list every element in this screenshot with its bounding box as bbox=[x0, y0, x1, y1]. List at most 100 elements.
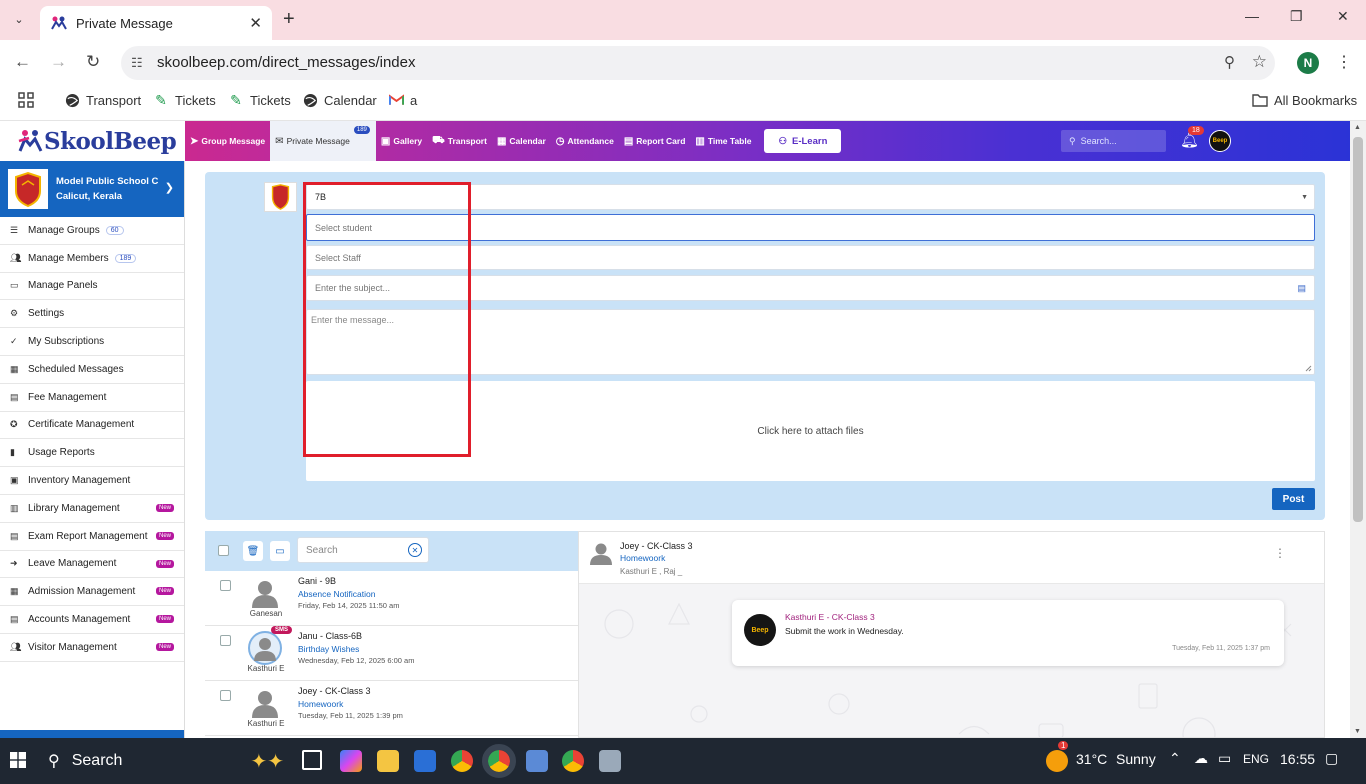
menu-transport[interactable]: ⛟ Transport bbox=[427, 121, 492, 161]
resize-handle-icon[interactable] bbox=[1305, 365, 1312, 372]
post-button[interactable]: Post bbox=[1272, 488, 1315, 510]
file-explorer-icon[interactable] bbox=[377, 750, 399, 772]
header-search-input[interactable]: ⚲ Search... bbox=[1061, 130, 1166, 152]
message-row[interactable]: Ganesan Gani - 9B Absence Notification F… bbox=[205, 571, 578, 626]
bookmark-calendar[interactable]: Calendar bbox=[302, 92, 377, 108]
search-icon: ⚲ bbox=[48, 753, 60, 770]
menu-time-table[interactable]: ▥ Time Table bbox=[690, 121, 756, 161]
menu-report-card[interactable]: ▤ Report Card bbox=[619, 121, 691, 161]
sidebar-item-inventory-management[interactable]: ▣ Inventory Management bbox=[0, 467, 184, 495]
profile-avatar[interactable]: N bbox=[1297, 52, 1319, 74]
menu-private-message[interactable]: ✉ Private Message 189 bbox=[270, 121, 376, 161]
address-bar[interactable]: ☷ skoolbeep.com/direct_messages/index ⚲ … bbox=[121, 46, 1275, 80]
user-avatar[interactable]: Beep bbox=[1209, 130, 1231, 152]
back-icon[interactable]: ← bbox=[14, 52, 31, 72]
archive-icon[interactable]: ▭ bbox=[270, 541, 290, 561]
bookmark-label: Tickets bbox=[175, 92, 216, 108]
zoom-icon[interactable]: ⚲ bbox=[1224, 53, 1235, 71]
clock-time[interactable]: 16:55 bbox=[1280, 751, 1315, 767]
menu-group-message[interactable]: ➤ Group Message bbox=[185, 121, 270, 161]
task-view-icon[interactable] bbox=[302, 750, 322, 770]
chevron-up-icon[interactable]: ⌃ bbox=[1169, 750, 1181, 767]
bookmark-gmail[interactable]: a bbox=[388, 92, 417, 108]
chrome-active-icon[interactable] bbox=[482, 744, 516, 778]
minimize-icon[interactable]: — bbox=[1245, 8, 1259, 24]
row-checkbox[interactable] bbox=[220, 580, 231, 591]
sidebar-item-exam-report-management[interactable]: ▤ Exam Report Management New bbox=[0, 523, 184, 551]
bookmark-transport[interactable]: Transport bbox=[64, 92, 141, 108]
template-doc-icon[interactable]: ▤ bbox=[1297, 283, 1306, 294]
tab-search-button[interactable]: ⌄ bbox=[8, 8, 30, 30]
bookmark-tickets-2[interactable]: ✎ Tickets bbox=[228, 92, 291, 108]
bookmark-tickets-1[interactable]: ✎ Tickets bbox=[153, 92, 216, 108]
sidebar-item-library-management[interactable]: ▥ Library Management New bbox=[0, 495, 184, 523]
browser-tab[interactable]: Private Message ✕ bbox=[40, 6, 272, 40]
sidebar-item-certificate-management[interactable]: ✪ Certificate Management bbox=[0, 412, 184, 440]
accounts-icon: ▤ bbox=[10, 614, 19, 625]
skoolbeep-logo[interactable]: SkoolBeep bbox=[0, 121, 185, 161]
weather-sun-icon[interactable] bbox=[1046, 750, 1068, 772]
clear-search-icon[interactable]: ✕ bbox=[408, 543, 422, 557]
sidebar-item-fee-management[interactable]: ▤ Fee Management bbox=[0, 384, 184, 412]
sidebar-item-usage-reports[interactable]: ▮ Usage Reports bbox=[0, 439, 184, 468]
row-checkbox[interactable] bbox=[220, 690, 231, 701]
row-checkbox[interactable] bbox=[220, 635, 231, 646]
school-switcher[interactable]: Model Public School C Calicut, Kerala ❯ bbox=[0, 161, 184, 217]
new-tab-button[interactable]: + bbox=[283, 8, 295, 30]
menu-calendar[interactable]: ▦ Calendar bbox=[492, 121, 551, 161]
elearn-button[interactable]: ⚇ E-Learn bbox=[764, 129, 842, 153]
list-search-input[interactable]: Search ✕ bbox=[297, 537, 429, 563]
leave-icon: ➜ bbox=[10, 558, 18, 569]
all-bookmarks[interactable]: All Bookmarks bbox=[1252, 92, 1357, 108]
scrollbar-thumb[interactable] bbox=[1353, 137, 1363, 522]
more-options-icon[interactable]: ⋮ bbox=[1274, 546, 1286, 560]
cloud-network-icon[interactable]: ☁ bbox=[1194, 750, 1208, 767]
notification-center-icon[interactable]: ▢ bbox=[1325, 750, 1338, 767]
reload-icon[interactable]: ↻ bbox=[86, 52, 100, 72]
school-location: Calicut, Kerala bbox=[56, 191, 122, 202]
site-info-icon[interactable]: ☷ bbox=[131, 55, 143, 71]
scroll-down-icon[interactable]: ▼ bbox=[1354, 728, 1361, 735]
restore-icon[interactable]: ❐ bbox=[1290, 8, 1303, 25]
sms-badge: SMS bbox=[271, 626, 293, 634]
sidebar-item-manage-groups[interactable]: ☰ Manage Groups 60 bbox=[0, 217, 184, 245]
menu-attendance[interactable]: ◷ Attendance bbox=[551, 121, 619, 161]
trash-icon[interactable]: 🗑︎ bbox=[243, 541, 263, 561]
menu-gallery[interactable]: ▣ Gallery bbox=[376, 121, 427, 161]
select-all-checkbox[interactable] bbox=[218, 545, 229, 556]
close-window-icon[interactable]: ✕ bbox=[1337, 8, 1349, 25]
page-scrollbar[interactable]: ▲ ▼ bbox=[1350, 121, 1366, 738]
language-indicator[interactable]: ENG bbox=[1243, 752, 1269, 766]
scroll-up-icon[interactable]: ▲ bbox=[1354, 124, 1361, 131]
chrome-profile-icon[interactable] bbox=[562, 750, 584, 772]
forward-icon[interactable]: → bbox=[50, 52, 67, 72]
battery-icon[interactable]: ▭ bbox=[1218, 750, 1231, 767]
sidebar-item-manage-panels[interactable]: ▭ Manage Panels bbox=[0, 273, 184, 301]
sidebar-item-settings[interactable]: ⚙ Settings bbox=[0, 300, 184, 329]
timetable-icon: ▥ bbox=[695, 135, 705, 147]
apps-grid-icon[interactable] bbox=[18, 92, 34, 108]
sidebar-item-my-subscriptions[interactable]: ✓ My Subscriptions bbox=[0, 328, 184, 356]
sidebar-item-accounts-management[interactable]: ▤ Accounts Management New bbox=[0, 606, 184, 634]
browser-menu-icon[interactable]: ⋮ bbox=[1336, 52, 1352, 72]
sidebar-item-admission-management[interactable]: ▦ Admission Management New bbox=[0, 578, 184, 607]
message-from: Gani - 9B bbox=[298, 576, 337, 586]
elearn-label: E-Learn bbox=[792, 135, 828, 147]
windows-start-icon[interactable] bbox=[10, 752, 26, 768]
bookmark-star-icon[interactable]: ☆ bbox=[1252, 52, 1267, 72]
sidebar-item-leave-management[interactable]: ➜ Leave Management New bbox=[0, 551, 184, 579]
sidebar-item-manage-members[interactable]: 👥︎ Manage Members 189 bbox=[0, 245, 184, 273]
taskbar-search[interactable]: ⚲ Search ✦✦ bbox=[38, 738, 288, 784]
store-icon[interactable] bbox=[414, 750, 436, 772]
sidebar-item-visitor-management[interactable]: 👥︎ Visitor Management New bbox=[0, 634, 184, 662]
sidebar-item-scheduled-messages[interactable]: ▦ Scheduled Messages bbox=[0, 356, 184, 384]
paint-icon[interactable] bbox=[599, 750, 621, 772]
message-row[interactable]: SMS Kasthuri E Janu - Class-6B Birthday … bbox=[205, 626, 578, 681]
sidebar-item-label: Settings bbox=[28, 308, 65, 320]
chrome-icon[interactable] bbox=[451, 750, 473, 772]
close-tab-icon[interactable]: ✕ bbox=[249, 14, 262, 32]
notepad-icon[interactable] bbox=[526, 750, 548, 772]
message-row[interactable]: Kasthuri E Joey - CK-Class 3 Homewoork T… bbox=[205, 681, 578, 736]
copilot-icon[interactable] bbox=[340, 750, 362, 772]
windows-taskbar: ⚲ Search ✦✦ 1 31°C Sunny ⌃ ☁ ▭ ENG 16:55… bbox=[0, 738, 1366, 784]
